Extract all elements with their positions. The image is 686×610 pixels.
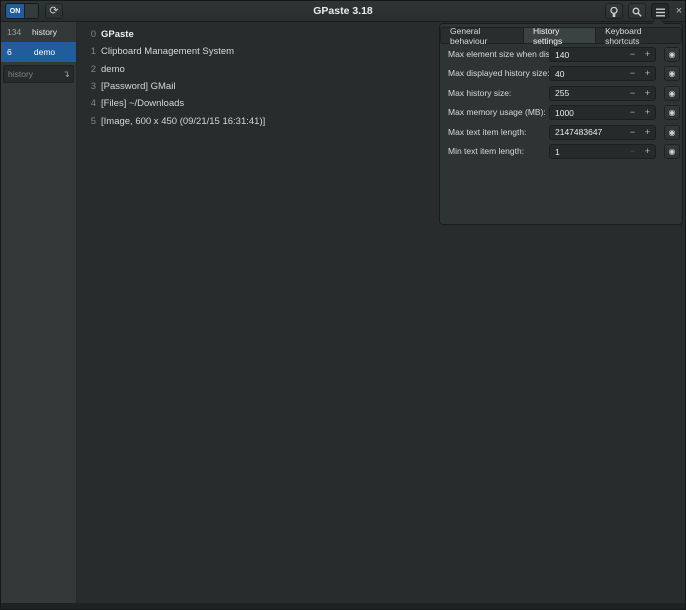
popover-arrow <box>652 18 664 24</box>
item-index: 1 <box>89 46 96 57</box>
reset-icon: ◉ <box>669 89 676 98</box>
setting-label: Max memory usage (MB): <box>448 105 546 120</box>
minus-button[interactable]: − <box>625 106 640 119</box>
setting-label: Max history size: <box>448 86 511 101</box>
minus-button[interactable]: − <box>625 126 640 139</box>
settings-tabs: General behaviour History settings Keybo… <box>440 27 682 44</box>
item-text: demo <box>101 64 125 75</box>
plus-button[interactable]: + <box>640 48 655 61</box>
history-label: history <box>21 27 76 37</box>
spin-value-input[interactable] <box>550 147 625 157</box>
minus-button[interactable]: − <box>625 48 640 61</box>
reset-button[interactable]: ◉ <box>664 144 680 159</box>
close-icon: × <box>676 5 682 17</box>
spinbutton-max-element-size: − + <box>549 47 656 62</box>
reset-button[interactable]: ◉ <box>664 66 680 81</box>
minus-button: − <box>625 145 640 158</box>
tab-keyboard-shortcuts[interactable]: Keyboard shortcuts <box>596 27 682 44</box>
reset-icon: ◉ <box>669 128 676 137</box>
search-button[interactable] <box>628 3 646 19</box>
plus-button[interactable]: + <box>640 67 655 80</box>
item-index: 4 <box>89 98 96 109</box>
reset-button[interactable]: ◉ <box>664 105 680 120</box>
enter-arrow-icon: ↴ <box>59 69 73 80</box>
spin-value-input[interactable] <box>550 108 625 118</box>
item-text: [Image, 600 x 450 (09/21/15 16:31:41)] <box>101 116 265 127</box>
setting-row-max-memory-usage: Max memory usage (MB): − + ◉ <box>440 105 682 120</box>
spin-value-input[interactable] <box>550 127 625 137</box>
menu-button[interactable] <box>651 3 669 19</box>
item-index: 5 <box>89 116 96 127</box>
item-index: 0 <box>89 29 96 40</box>
minus-button[interactable]: − <box>625 67 640 80</box>
setting-label: Max displayed history size: <box>448 66 550 81</box>
lightbulb-icon <box>606 7 622 18</box>
setting-label: Min text item length: <box>448 144 524 159</box>
spinbutton-max-memory-usage: − + <box>549 105 656 120</box>
window-bottom-border <box>1 603 685 609</box>
item-text: [Password] GMail <box>101 81 175 92</box>
sidebar-item-history[interactable]: 134 history <box>1 22 76 42</box>
tab-general-behaviour[interactable]: General behaviour <box>440 27 524 44</box>
item-text: [Files] ~/Downloads <box>101 98 184 109</box>
setting-label: Max text item length: <box>448 125 526 140</box>
spinbutton-max-displayed-history: − + <box>549 66 656 81</box>
history-count: 134 <box>1 27 21 37</box>
setting-row-min-text-length: Min text item length: − + ◉ <box>440 144 682 159</box>
spinbutton-min-text-length: − + <box>549 144 656 159</box>
plus-button[interactable]: + <box>640 126 655 139</box>
item-index: 3 <box>89 81 96 92</box>
plus-button[interactable]: + <box>640 106 655 119</box>
headerbar: ON ⟳ GPaste 3.18 × <box>1 1 685 22</box>
plus-button[interactable]: + <box>640 145 655 158</box>
setting-row-max-history-size: Max history size: − + ◉ <box>440 86 682 101</box>
minus-button[interactable]: − <box>625 87 640 100</box>
demo-label: demo <box>21 47 76 57</box>
setting-row-max-text-length: Max text item length: − + ◉ <box>440 125 682 140</box>
settings-popover: General behaviour History settings Keybo… <box>439 23 683 225</box>
tab-history-settings[interactable]: History settings <box>524 27 596 44</box>
setting-row-max-element-size: Max element size when displaying: − + ◉ <box>440 47 682 62</box>
spin-value-input[interactable] <box>550 50 625 60</box>
new-history-input[interactable] <box>4 69 59 79</box>
new-history-entry[interactable]: ↴ <box>3 65 74 83</box>
gpaste-window: ON ⟳ GPaste 3.18 × 134 history 6 <box>0 0 686 610</box>
item-text: GPaste <box>101 29 134 40</box>
reset-icon: ◉ <box>669 69 676 78</box>
spin-value-input[interactable] <box>550 88 625 98</box>
reset-icon: ◉ <box>669 147 676 156</box>
plus-button[interactable]: + <box>640 87 655 100</box>
search-icon <box>629 7 645 17</box>
demo-count: 6 <box>1 47 21 57</box>
spin-value-input[interactable] <box>550 69 625 79</box>
item-index: 2 <box>89 64 96 75</box>
spinbutton-max-history-size: − + <box>549 86 656 101</box>
sidebar: 134 history 6 demo ↴ <box>1 22 77 603</box>
close-button[interactable]: × <box>672 3 686 19</box>
reset-button[interactable]: ◉ <box>664 86 680 101</box>
spinbutton-max-text-length: − + <box>549 125 656 140</box>
reset-button[interactable]: ◉ <box>664 125 680 140</box>
lightbulb-button[interactable] <box>605 3 623 19</box>
reset-icon: ◉ <box>669 108 676 117</box>
window-title: GPaste 3.18 <box>1 1 685 22</box>
reset-button[interactable]: ◉ <box>664 47 680 62</box>
item-text: Clipboard Management System <box>101 46 234 57</box>
reset-icon: ◉ <box>669 50 676 59</box>
menu-icon <box>652 8 668 17</box>
sidebar-item-demo[interactable]: 6 demo <box>1 42 76 62</box>
setting-row-max-displayed-history: Max displayed history size: − + ◉ <box>440 66 682 81</box>
